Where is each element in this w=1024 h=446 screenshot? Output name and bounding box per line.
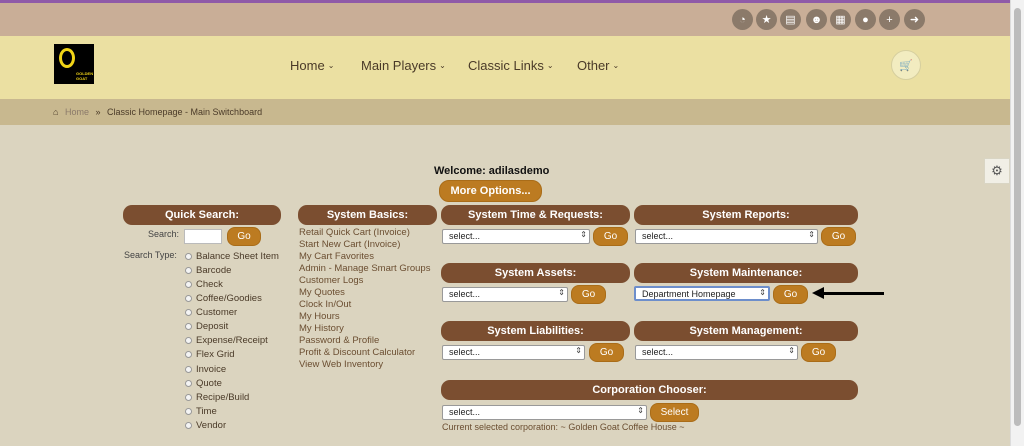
document-icon[interactable]: ▤ [780,9,801,30]
system-basics-link[interactable]: Start New Cart (Invoice) [299,239,400,250]
search-type-option[interactable]: Deposit [185,321,228,332]
cart-icon[interactable]: 🛒 [891,50,921,80]
search-type-option[interactable]: Time [185,406,217,417]
star-icon[interactable]: ★ [756,9,777,30]
system-basics-link[interactable]: Password & Profile [299,335,379,346]
system-basics-link[interactable]: My History [299,323,344,334]
home-icon[interactable]: ⌂ [53,107,58,117]
system-basics-link[interactable]: My Cart Favorites [299,251,374,262]
quick-search-header: Quick Search: [123,205,281,225]
breadcrumb-current: Classic Homepage - Main Switchboard [107,107,263,117]
system-reports-select[interactable]: select... ⇕ [635,229,818,244]
search-type-option[interactable]: Flex Grid [185,349,235,360]
quick-search-go-button[interactable]: Go [227,227,261,246]
select-arrow-icon: ⇕ [788,346,795,355]
search-type-option[interactable]: Recipe/Build [185,392,249,403]
system-assets-go-button[interactable]: Go [571,285,606,304]
nav-main-players[interactable]: Main Players ⌄ [361,58,446,73]
system-time-requests-select[interactable]: select... ⇕ [442,229,590,244]
breadcrumb-home[interactable]: Home [65,107,89,117]
user-plus-icon[interactable]: + [879,9,900,30]
system-basics-link[interactable]: Admin - Manage Smart Groups [299,263,430,274]
select-arrow-icon: ⇕ [575,346,582,355]
search-type-option[interactable]: Invoice [185,364,226,375]
page-scrollbar[interactable] [1010,0,1024,446]
system-basics-link[interactable]: Clock In/Out [299,299,351,310]
system-basics-link[interactable]: Profit & Discount Calculator [299,347,415,358]
search-type-option[interactable]: Coffee/Goodies [185,293,262,304]
gear-icon[interactable]: ⚙ [984,158,1010,184]
search-label: Search: [148,229,180,239]
system-time-requests-header: System Time & Requests: [441,205,630,225]
corporation-chooser-header: Corporation Chooser: [441,380,858,400]
search-type-option[interactable]: Vendor [185,420,226,431]
system-reports-go-button[interactable]: Go [821,227,856,246]
system-basics-link[interactable]: My Hours [299,311,340,322]
welcome-text: Welcome: adilasdemo [434,165,550,177]
system-assets-select[interactable]: select... ⇕ [442,287,568,302]
goat-logo-icon [59,48,75,68]
system-basics-header: System Basics: [298,205,437,225]
nav-other[interactable]: Other ⌄ [577,58,619,73]
select-arrow-icon: ⇕ [558,288,565,297]
nav-classic-links[interactable]: Classic Links ⌄ [468,58,554,73]
calendar-icon[interactable]: ▦ [830,9,851,30]
chevron-down-icon: ⌄ [546,61,554,70]
dashboard-icon[interactable]: ◔ [732,9,753,30]
select-arrow-icon: ⇕ [580,230,587,239]
search-type-option[interactable]: Quote [185,378,222,389]
users-icon[interactable]: ☻ [806,9,827,30]
system-liabilities-header: System Liabilities: [441,321,630,341]
search-type-option[interactable]: Expense/Receipt [185,335,268,346]
search-type-option[interactable]: Customer [185,307,237,318]
system-basics-link[interactable]: Retail Quick Cart (Invoice) [299,227,410,238]
logo-text: GOLDEN GOAT [76,71,94,81]
system-basics-link[interactable]: Customer Logs [299,275,363,286]
system-basics-link[interactable]: My Quotes [299,287,345,298]
golden-goat-logo[interactable]: GOLDEN GOAT [54,44,94,84]
system-liabilities-go-button[interactable]: Go [589,343,624,362]
system-management-header: System Management: [634,321,858,341]
search-type-option[interactable]: Barcode [185,265,231,276]
system-assets-header: System Assets: [441,263,630,283]
corporation-select[interactable]: select... ⇕ [442,405,647,420]
main-header: GOLDEN GOAT Home ⌄ Main Players ⌄ Classic … [0,36,1010,99]
scroll-thumb[interactable] [1014,8,1021,426]
system-maintenance-header: System Maintenance: [634,263,858,283]
select-arrow-icon: ⇕ [808,230,815,239]
chevron-down-icon: ⌄ [327,61,335,70]
breadcrumb-separator: » [95,107,101,117]
system-management-select[interactable]: select... ⇕ [635,345,798,360]
current-corporation-text: Current selected corporation: ~ Golden G… [442,422,685,432]
select-arrow-icon: ⇕ [759,288,766,297]
search-type-option[interactable]: Check [185,279,223,290]
system-reports-header: System Reports: [634,205,858,225]
annotation-arrow-head [812,287,824,299]
annotation-arrow-icon [820,292,884,295]
more-options-button[interactable]: More Options... [439,180,542,202]
system-basics-link[interactable]: View Web Inventory [299,359,383,370]
system-maintenance-go-button[interactable]: Go [773,285,808,304]
system-maintenance-select[interactable]: Department Homepage ⇕ [634,286,770,301]
corporation-select-button[interactable]: Select [650,403,699,422]
user-icon[interactable]: ● [855,9,876,30]
chevron-down-icon: ⌄ [612,61,620,70]
system-management-go-button[interactable]: Go [801,343,836,362]
search-type-label: Search Type: [124,250,177,260]
system-liabilities-select[interactable]: select... ⇕ [442,345,585,360]
signout-icon[interactable]: ➜ [904,9,925,30]
nav-home[interactable]: Home ⌄ [290,58,334,73]
chevron-down-icon: ⌄ [439,61,446,70]
top-utility-bar: ◔ ★ ▤ ☻ ▦ ● + ➜ [0,3,1010,36]
search-type-option[interactable]: Balance Sheet Item [185,251,279,262]
search-input[interactable] [184,229,222,244]
system-time-requests-go-button[interactable]: Go [593,227,628,246]
breadcrumb: ⌂ Home » Classic Homepage - Main Switchb… [0,99,1010,125]
select-arrow-icon: ⇕ [637,406,644,415]
